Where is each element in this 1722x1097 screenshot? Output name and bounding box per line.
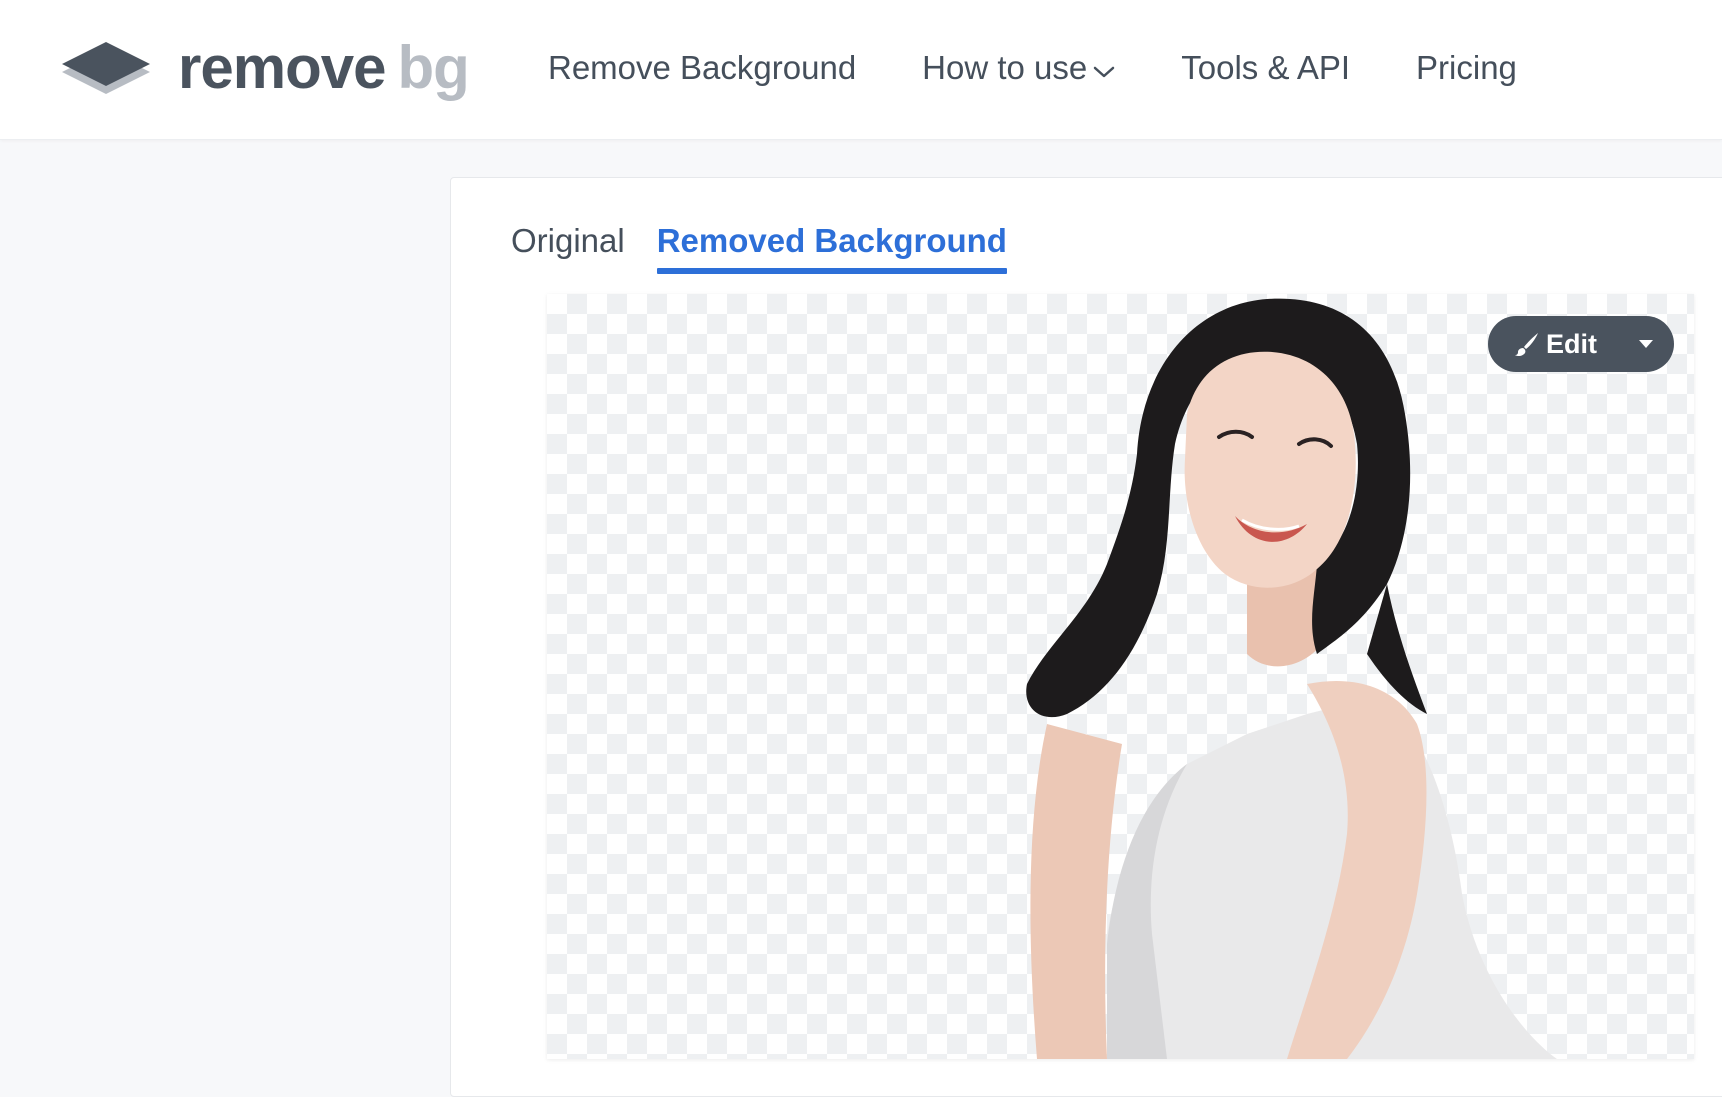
cutout-subject-image	[1026, 298, 1557, 1059]
chevron-down-icon	[1094, 66, 1115, 78]
tab-removed-background[interactable]: Removed Background	[656, 218, 1008, 274]
edit-label: Edit	[1546, 328, 1597, 359]
logo-link[interactable]: remove bg	[62, 34, 470, 101]
view-tabs: Original Removed Background	[511, 218, 1008, 274]
nav-tools-api[interactable]: Tools & API	[1181, 44, 1350, 92]
brand-wordmark: remove bg	[178, 34, 470, 101]
brand-name-primary: remove	[178, 34, 386, 101]
image-preview: Edit	[547, 294, 1694, 1059]
nav-how-to-use-label: How to use	[922, 49, 1088, 86]
nav-remove-background[interactable]: Remove Background	[548, 44, 856, 92]
edit-button-main[interactable]: Edit	[1488, 316, 1597, 372]
nav-pricing[interactable]: Pricing	[1416, 44, 1517, 92]
tab-original[interactable]: Original	[511, 218, 625, 274]
paint-brush-icon	[1515, 333, 1538, 357]
top-header: remove bg Remove Background How to use To…	[0, 0, 1722, 140]
edit-button[interactable]: Edit	[1488, 316, 1674, 372]
nav-how-to-use[interactable]: How to use	[922, 44, 1115, 92]
caret-down-icon	[1639, 340, 1653, 348]
layers-icon	[62, 42, 150, 94]
edit-dropdown-toggle[interactable]	[1618, 316, 1674, 372]
main-nav: Remove Background How to use Tools & API…	[548, 44, 1517, 92]
result-card: Original Removed Background Edit	[450, 177, 1722, 1097]
brand-name-secondary: bg	[397, 34, 469, 101]
